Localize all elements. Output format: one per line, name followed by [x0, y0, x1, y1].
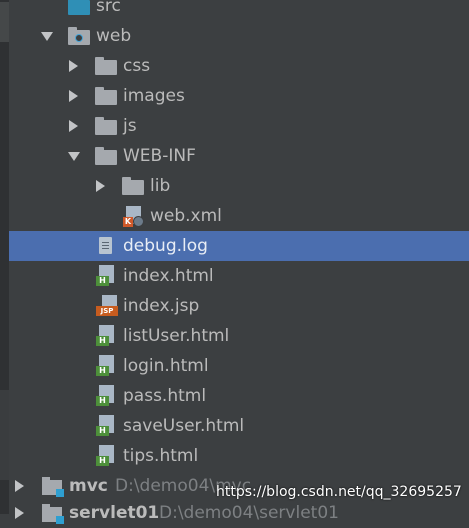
chevron-right-icon[interactable]: [69, 60, 78, 72]
chevron-right-icon[interactable]: [69, 90, 78, 102]
tree-item-label: mvc: [69, 476, 108, 496]
tree-item-label: login.html: [123, 356, 209, 376]
tool-window-strip: [0, 0, 9, 514]
project-tree: src web css images js WEB-INF lib K web.…: [9, 0, 469, 524]
chevron-right-icon[interactable]: [15, 507, 24, 519]
tree-item-css[interactable]: css: [9, 51, 469, 81]
folder-icon: [95, 117, 117, 135]
tree-item-label: index.jsp: [123, 296, 200, 316]
xml-badge: K: [123, 217, 133, 227]
html-file-icon: H: [96, 445, 114, 466]
chevron-right-icon[interactable]: [96, 180, 105, 192]
tree-item-label: web.xml: [150, 206, 222, 226]
tree-item-src[interactable]: src: [9, 0, 469, 21]
html-badge: H: [96, 426, 109, 436]
tree-item-images[interactable]: images: [9, 81, 469, 111]
html-badge: H: [96, 456, 109, 466]
log-file-icon: [99, 237, 112, 254]
tree-item-web-inf[interactable]: WEB-INF: [9, 141, 469, 171]
tree-item-debug-log[interactable]: debug.log: [9, 231, 469, 261]
tree-item-label: images: [123, 86, 185, 106]
tool-window-tab[interactable]: [0, 390, 9, 480]
html-file-icon: H: [96, 265, 114, 286]
html-badge: H: [96, 276, 109, 286]
tree-item-label: tips.html: [123, 446, 199, 466]
html-file-icon: H: [96, 325, 114, 346]
html-badge: H: [96, 396, 109, 406]
html-file-icon: H: [96, 385, 114, 406]
tree-item-pass-html[interactable]: H pass.html: [9, 381, 469, 411]
tree-item-index-html[interactable]: H index.html: [9, 261, 469, 291]
tree-item-login-html[interactable]: H login.html: [9, 351, 469, 381]
tree-item-label: debug.log: [123, 236, 208, 256]
tree-item-module-servlet01[interactable]: servlet01 D:\demo04\servlet01: [9, 498, 469, 528]
tree-item-listuser-html[interactable]: H listUser.html: [9, 321, 469, 351]
html-file-icon: H: [96, 415, 114, 436]
module-path: D:\demo04\servlet01: [159, 503, 339, 523]
tree-item-saveuser-html[interactable]: H saveUser.html: [9, 411, 469, 441]
web-folder-icon: [68, 27, 90, 45]
folder-icon: [122, 177, 144, 195]
chevron-down-icon[interactable]: [41, 32, 53, 41]
html-badge: H: [96, 366, 109, 376]
tree-item-index-jsp[interactable]: JSP index.jsp: [9, 291, 469, 321]
tree-item-js[interactable]: js: [9, 111, 469, 141]
chevron-down-icon[interactable]: [68, 152, 80, 161]
globe-icon: [133, 216, 144, 227]
tree-item-label: lib: [150, 176, 171, 196]
jsp-badge: JSP: [96, 306, 118, 316]
module-icon: [42, 504, 64, 524]
tree-item-label: web: [96, 26, 132, 46]
folder-icon: [95, 87, 117, 105]
xml-file-icon: K: [123, 206, 144, 227]
tree-item-web-xml[interactable]: K web.xml: [9, 201, 469, 231]
tree-item-web[interactable]: web: [9, 21, 469, 51]
tree-item-label: servlet01: [69, 503, 160, 523]
tree-item-tips-html[interactable]: H tips.html: [9, 441, 469, 471]
folder-icon: [95, 57, 117, 75]
tree-item-label: js: [123, 116, 137, 136]
html-file-icon: H: [96, 355, 114, 376]
tree-item-label: css: [123, 56, 151, 76]
module-icon: [42, 477, 64, 497]
jsp-file-icon: JSP: [96, 295, 118, 316]
tree-item-label: src: [96, 0, 121, 16]
folder-icon: [95, 147, 117, 165]
chevron-right-icon[interactable]: [15, 480, 24, 492]
tree-item-label: WEB-INF: [123, 146, 196, 166]
tree-item-label: saveUser.html: [123, 416, 245, 436]
tool-window-tab[interactable]: [0, 2, 9, 42]
chevron-right-icon[interactable]: [69, 120, 78, 132]
tree-item-label: listUser.html: [123, 326, 230, 346]
tree-item-label: pass.html: [123, 386, 207, 406]
watermark-text: https://blog.csdn.net/qq_32695257: [216, 484, 462, 500]
tree-item-lib[interactable]: lib: [9, 171, 469, 201]
tree-item-label: index.html: [123, 266, 214, 286]
source-folder-icon: [68, 0, 90, 15]
html-badge: H: [96, 336, 109, 346]
